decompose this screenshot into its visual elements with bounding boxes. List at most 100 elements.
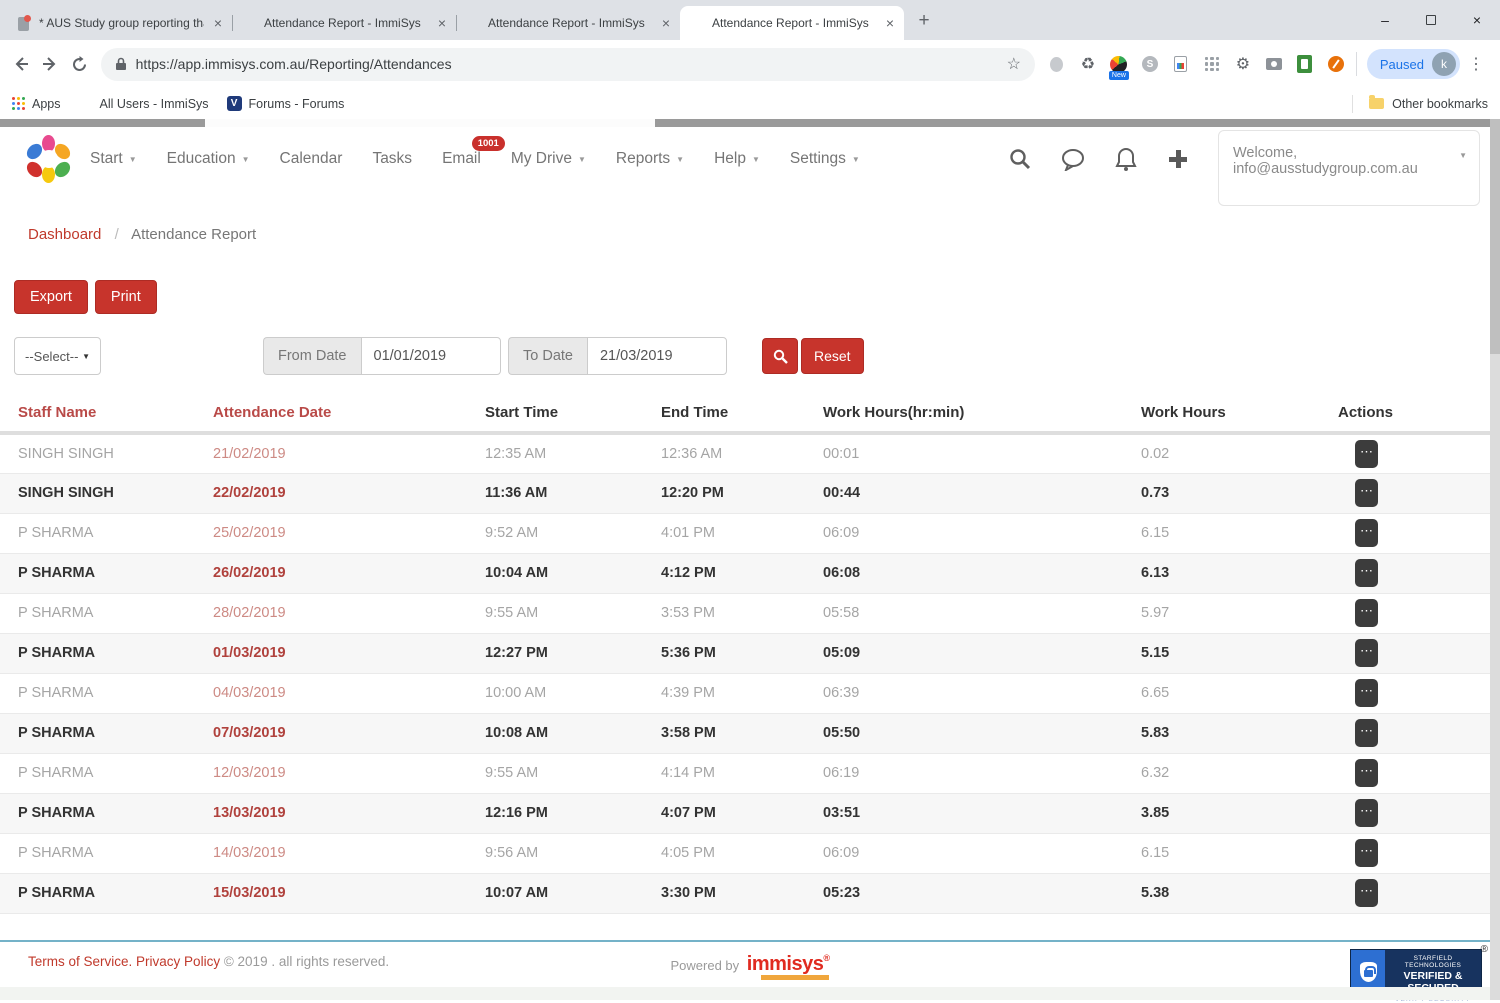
cell-date[interactable]: 04/03/2019 [213, 673, 485, 713]
row-actions-button[interactable]: ⋯ [1355, 519, 1378, 547]
chevron-down-icon: ▼ [578, 155, 586, 164]
aus-study-group-logo[interactable] [26, 136, 72, 182]
cell-staff: P SHARMA [0, 713, 213, 753]
cell-staff: P SHARMA [0, 553, 213, 593]
scrollbar-thumb[interactable] [1490, 119, 1500, 354]
nav-calendar[interactable]: Calendar [280, 150, 343, 168]
browser-tab[interactable]: * AUS Study group reporting tha× [8, 6, 232, 40]
close-window-button[interactable]: × [1454, 0, 1500, 40]
immisys-favicon [79, 97, 93, 111]
chevron-down-icon: ▼ [129, 155, 137, 164]
cell-date[interactable]: 14/03/2019 [213, 833, 485, 873]
restore-button[interactable] [1408, 0, 1454, 40]
staff-select-dropdown[interactable]: --Select-- ▼ [14, 337, 101, 375]
row-actions-button[interactable]: ⋯ [1355, 639, 1378, 667]
cell-date[interactable]: 12/03/2019 [213, 753, 485, 793]
chat-icon[interactable] [1060, 147, 1086, 171]
nav-help[interactable]: Help▼ [714, 150, 760, 168]
camera-icon[interactable] [1264, 53, 1284, 75]
cell-date[interactable]: 01/03/2019 [213, 633, 485, 673]
row-actions-button[interactable]: ⋯ [1355, 799, 1378, 827]
search-icon[interactable] [1008, 147, 1032, 171]
nav-reports[interactable]: Reports▼ [616, 150, 684, 168]
bookmark-all-users[interactable]: All Users - ImmiSys [79, 97, 209, 111]
page-scrollbar[interactable] [1490, 119, 1500, 1000]
chevron-down-icon: ▼ [1459, 151, 1467, 160]
cell-start: 12:35 AM [485, 433, 661, 473]
bookmark-forums[interactable]: V Forums - Forums [227, 96, 345, 111]
extension-egg-icon[interactable] [1047, 53, 1067, 75]
reset-button[interactable]: Reset [801, 338, 864, 374]
gear-icon[interactable]: ⚙ [1233, 53, 1253, 75]
apps-shortcut[interactable]: Apps [12, 97, 61, 111]
address-bar[interactable]: https://app.immisys.com.au/Reporting/Att… [101, 48, 1035, 81]
user-menu[interactable]: Welcome, info@ausstudygroup.com.au ▼ [1218, 130, 1480, 206]
cell-date[interactable]: 21/02/2019 [213, 433, 485, 473]
cell-staff: P SHARMA [0, 753, 213, 793]
row-actions-button[interactable]: ⋯ [1355, 879, 1378, 907]
cell-date[interactable]: 07/03/2019 [213, 713, 485, 753]
cell-date[interactable]: 28/02/2019 [213, 593, 485, 633]
notes-doc-icon[interactable] [1171, 53, 1191, 75]
minimize-button[interactable]: – [1362, 0, 1408, 40]
recycle-icon[interactable]: ♻ [1078, 53, 1098, 75]
browser-tab[interactable]: Attendance Report - ImmiSys× [232, 6, 456, 40]
new-tab-button[interactable]: + [910, 7, 938, 35]
cell-dec: 6.32 [1141, 753, 1338, 793]
to-date-input[interactable] [587, 337, 727, 375]
nav-my-drive[interactable]: My Drive▼ [511, 150, 586, 168]
row-actions-button[interactable]: ⋯ [1355, 599, 1378, 627]
row-actions-button[interactable]: ⋯ [1355, 440, 1378, 468]
nav-tasks[interactable]: Tasks [372, 150, 412, 168]
profile-avatar[interactable]: k [1432, 52, 1456, 76]
cell-date[interactable]: 13/03/2019 [213, 793, 485, 833]
col-staff-name[interactable]: Staff Name [0, 396, 213, 433]
orange-pen-icon[interactable] [1326, 53, 1346, 75]
cell-staff: P SHARMA [0, 793, 213, 833]
row-actions-button[interactable]: ⋯ [1355, 759, 1378, 787]
cell-hhmm: 00:44 [823, 473, 1141, 513]
row-actions-button[interactable]: ⋯ [1355, 719, 1378, 747]
tab-close-icon[interactable]: × [660, 16, 672, 30]
from-date-input[interactable] [361, 337, 501, 375]
forward-button[interactable] [36, 49, 66, 79]
add-plus-icon[interactable] [1166, 147, 1190, 171]
row-actions-button[interactable]: ⋯ [1355, 479, 1378, 507]
back-button[interactable] [6, 49, 36, 79]
other-bookmarks[interactable]: Other bookmarks [1392, 97, 1488, 111]
nav-start[interactable]: Start▼ [90, 150, 137, 168]
nav-settings[interactable]: Settings▼ [790, 150, 860, 168]
green-door-icon[interactable] [1295, 53, 1315, 75]
search-button[interactable] [762, 338, 798, 374]
table-row: P SHARMA12/03/20199:55 AM4:14 PM06:196.3… [0, 753, 1500, 793]
cell-date[interactable]: 15/03/2019 [213, 873, 485, 913]
col-attendance-date[interactable]: Attendance Date [213, 396, 485, 433]
apps-grid-icon [12, 97, 25, 110]
tab-close-icon[interactable]: × [436, 16, 448, 30]
nav-email[interactable]: Email1001 [442, 150, 481, 168]
export-button[interactable]: Export [14, 280, 88, 314]
cell-date[interactable]: 26/02/2019 [213, 553, 485, 593]
skype-icon[interactable]: S [1140, 53, 1160, 75]
speed-gauge-new-icon[interactable]: New [1109, 53, 1129, 75]
row-actions-button[interactable]: ⋯ [1355, 559, 1378, 587]
row-actions-button[interactable]: ⋯ [1355, 839, 1378, 867]
row-actions-button[interactable]: ⋯ [1355, 679, 1378, 707]
breadcrumb-dashboard[interactable]: Dashboard [28, 226, 101, 243]
browser-tab[interactable]: Attendance Report - ImmiSys× [456, 6, 680, 40]
browser-menu-button[interactable]: ⋮ [1468, 54, 1484, 74]
cell-hhmm: 05:09 [823, 633, 1141, 673]
cell-hhmm: 05:23 [823, 873, 1141, 913]
bookmark-star-icon[interactable]: ☆ [1007, 54, 1021, 74]
tab-close-icon[interactable]: × [884, 16, 896, 30]
cell-date[interactable]: 22/02/2019 [213, 473, 485, 513]
browser-tab[interactable]: Attendance Report - ImmiSys× [680, 6, 904, 40]
grid-icon[interactable] [1202, 53, 1222, 75]
nav-education[interactable]: Education▼ [167, 150, 250, 168]
cell-date[interactable]: 25/02/2019 [213, 513, 485, 553]
print-button[interactable]: Print [95, 280, 157, 314]
tab-close-icon[interactable]: × [212, 16, 224, 30]
notifications-bell-icon[interactable] [1114, 146, 1138, 172]
reload-button[interactable] [65, 49, 95, 79]
sync-paused-pill[interactable]: Paused k [1367, 49, 1460, 79]
